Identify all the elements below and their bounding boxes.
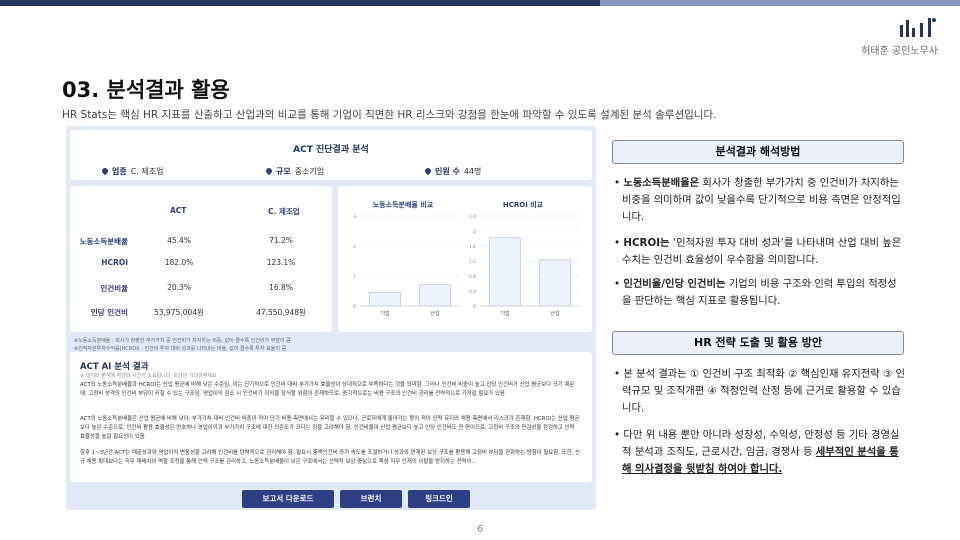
ai-paragraph: ACT의 노동소득분배율은 산업 평균에 비해 낮아, 부가가치 대비 인건비 … (80, 416, 580, 440)
row-label: 노동소득분배율 (79, 237, 128, 246)
method-term: 인건비율/인당 인건비는 (623, 278, 726, 290)
y-tick-label: 2.4 (469, 214, 476, 220)
y-tick-label: 0.4 (469, 289, 476, 295)
metrics-table-card: ACT C. 제조업 노동소득분배율 45.4% 71.2% HCROI 182… (70, 186, 332, 332)
firm-logo-icon (900, 18, 936, 37)
table-cell: 53,975,004원 (154, 308, 204, 317)
info-value: 중소기업 (294, 167, 325, 176)
comparison-charts: 0 1 2 3 기업 산업 0 0.4 0.8 1.2 1.6 2 2.4 기업 산업 (353, 214, 580, 317)
page-subtitle: HR Stats는 핵심 HR 지표를 산출하고 산업과의 비교를 통해 기업이… (62, 109, 717, 121)
method-term: 노동소득분배율은 (623, 177, 700, 189)
y-tick-label: 0 (353, 304, 356, 310)
method-item: • HCROI는 ‘인적자원 투자 대비 성과’를 나타내며 산업 대비 높은 … (614, 237, 902, 266)
table-cell: 16.8% (269, 283, 293, 292)
info-value: C. 제조업 (130, 167, 164, 176)
table-cell: 123.1% (266, 258, 296, 267)
ai-analysis-title: ACT AI 분석 결과 (80, 362, 149, 372)
table-cell: 45.4% (167, 236, 191, 245)
location-pin-icon (102, 168, 108, 176)
method-item: • 노동소득분배율은 회사가 창출한 부가가치 중 인건비가 차지하는 비중을 … (614, 177, 901, 223)
method-item: • 인건비율/인당 인건비는 기업의 비용 구조와 인력 투입의 적정성을 판단… (614, 278, 897, 307)
y-tick-label: 1 (353, 274, 356, 280)
info-industry: 업종 C. 제조업 (102, 166, 164, 177)
chart-bar (539, 259, 571, 307)
table-cell: 47,550,948원 (256, 308, 306, 317)
strategy-item: • 본 분석 결과는 ① 인건비 구조 최적화 ② 핵심인재 유지전략 ③ 인력… (614, 368, 905, 414)
info-value: 44명 (463, 167, 482, 176)
ai-paragraph: 향후 1~3년간 ACT는 매출성과와 영업이익 변동성을 고려해 인건비를 탄… (80, 450, 580, 465)
methods-heading: 분석결과 해석방법 (612, 140, 904, 164)
col-header-act: ACT (170, 206, 187, 215)
table-cell: 20.3% (167, 283, 191, 292)
footnote: ※노동소득분배율 : 회사가 창출한 부가가치 중 인건비가 차지하는 비중, … (74, 338, 291, 344)
top-accent-bar-light (600, 0, 960, 6)
info-key: 인원 수 (435, 167, 460, 176)
page-title: 03. 분석결과 활용 (62, 78, 230, 102)
location-pin-icon (425, 168, 431, 176)
x-tick-label: 기업 (380, 310, 389, 317)
strategy-heading: HR 전략 도출 및 활용 방안 (612, 331, 904, 355)
info-headcount: 인원 수 44명 (425, 166, 481, 177)
chart-bar (419, 284, 451, 307)
info-key: 규모 (276, 167, 291, 176)
footnote: ※인적자원투자수익률(HCROI) : 인건비 투자 대비 성과를 나타내는 비… (74, 346, 287, 352)
linkedin-button[interactable]: 링크드인 (408, 490, 470, 508)
chart-bar (489, 237, 521, 307)
info-size: 규모 중소기업 (266, 166, 324, 177)
brunch-button[interactable]: 브런치 (340, 490, 402, 508)
y-tick-label: 2 (473, 229, 476, 235)
row-label: 인건비율 (100, 284, 128, 293)
table-cell: 71.2% (269, 236, 293, 245)
download-report-button[interactable]: 보고서 다운로드 (242, 490, 334, 508)
col-header-industry: C. 제조업 (268, 207, 300, 216)
strategy-item: • 다만 위 내용 뿐만 아니라 성장성, 수익성, 안정성 등 기타 경영실적… (614, 429, 900, 475)
y-tick-label: 0 (473, 304, 476, 310)
ai-analysis-note: ※ 데이터 분석에 약간의 시간이 소요됩니다. 조금만 기다려주세요 (80, 373, 217, 379)
ai-paragraph: ACT의 노동소득분배율과 HCROI는 산업 평균에 비해 낮은 수준임. 이… (80, 382, 575, 397)
firm-name: 허태훈 공인노무사 (861, 46, 938, 57)
diagnosis-title: ACT 진단결과 분석 (293, 145, 369, 155)
top-accent-bar (0, 0, 600, 6)
x-tick-label: 산업 (550, 310, 559, 317)
y-tick-label: 1.6 (469, 244, 476, 250)
y-tick-label: 2 (353, 244, 356, 250)
table-cell: 182.0% (164, 258, 194, 267)
strategy-text: 본 분석 결과는 ① 인건비 구조 최적화 ② 핵심인재 유지전략 ③ 인력규모… (622, 368, 905, 414)
chart-bar (369, 291, 401, 307)
page-number: 6 (476, 524, 484, 535)
x-tick-label: 기업 (500, 310, 509, 317)
y-tick-label: 1.2 (469, 259, 476, 265)
x-tick-label: 산업 (430, 310, 439, 317)
ai-analysis-card: ACT AI 분석 결과 ※ 데이터 분석에 약간의 시간이 소요됩니다. 조금… (70, 352, 592, 482)
method-term: HCROI는 (623, 237, 670, 249)
report-screenshot: ACT 진단결과 분석 업종 C. 제조업 규모 중소기업 인원 수 44명 A… (66, 126, 596, 510)
location-pin-icon (266, 168, 272, 176)
charts-card: 노동소득분배율 비교 HCROI 비교 0 1 2 3 기업 산업 0 0.4 0.8 1.2 1.… (338, 186, 592, 332)
diagnosis-card: ACT 진단결과 분석 업종 C. 제조업 규모 중소기업 인원 수 44명 (70, 130, 592, 180)
row-label: HCROI (101, 258, 128, 267)
info-key: 업종 (112, 167, 127, 176)
y-tick-label: 3 (353, 214, 356, 220)
y-tick-label: 0.8 (469, 274, 476, 280)
row-label: 인당 인건비 (90, 308, 128, 317)
